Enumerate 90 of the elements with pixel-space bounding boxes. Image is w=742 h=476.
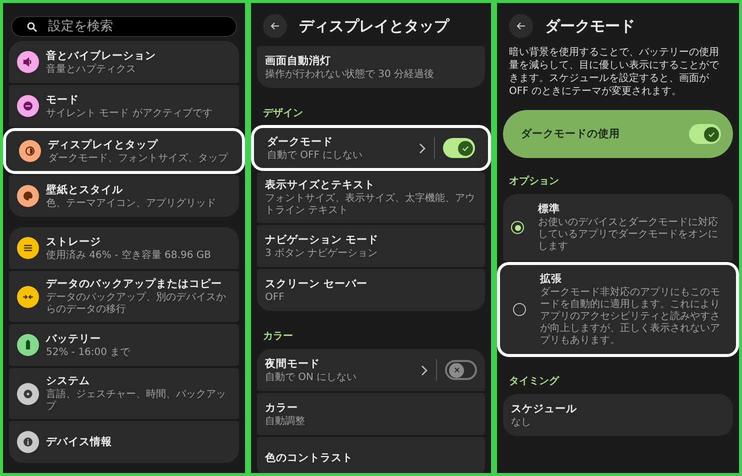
- item-title: バッテリー: [46, 332, 102, 346]
- item-title: カラー: [265, 400, 299, 414]
- settings-item[interactable]: ストレージ 使用済み 46% - 空き容量 68.96 GB: [9, 227, 239, 269]
- radio-option[interactable]: 標準 お使いのデバイスとダークモードに対応しているアプリでダークモードをオンにします: [503, 194, 733, 261]
- list-icon: [22, 242, 34, 254]
- chevron-icon: [419, 142, 426, 154]
- option-description: お使いのデバイスとダークモードに対応しているアプリでダークモードをオンにします: [538, 217, 719, 253]
- back-arrow-icon: [269, 20, 281, 32]
- settings-item[interactable]: ナビゲーション モード 3 ボタン ナビゲーション: [257, 225, 485, 267]
- toggle-switch[interactable]: [445, 360, 477, 380]
- item-subtitle: 使用済み 46% - 空き容量 68.96 GB: [46, 250, 212, 262]
- back-button[interactable]: [509, 14, 533, 38]
- back-button[interactable]: [263, 14, 287, 38]
- item-title: デバイス情報: [46, 435, 113, 449]
- item-title: 音とバイブレーション: [46, 48, 157, 62]
- search-bar[interactable]: 設定を検索: [11, 16, 237, 37]
- palette-icon: [22, 190, 34, 202]
- toggle-label: ダークモードの使用: [521, 127, 620, 141]
- settings-item[interactable]: カラー 自動調整: [257, 393, 485, 435]
- toggle-switch[interactable]: [689, 124, 721, 144]
- item-subtitle: 色、テーマアイコン、アプリグリッド: [46, 198, 217, 210]
- item-title: ディスプレイとタップ: [48, 138, 159, 152]
- search-icon: [26, 20, 38, 32]
- option-title: 標準: [538, 202, 561, 216]
- check-icon: [707, 130, 716, 138]
- settings-item[interactable]: 夜間モード 自動で ON にしない: [257, 349, 485, 391]
- item-subtitle: 自動調整: [265, 416, 306, 428]
- section-header: デザイン: [262, 106, 304, 121]
- item-title: モード: [46, 92, 80, 106]
- item-title: スクリーン セーバー: [265, 276, 369, 290]
- item-subtitle: サイレント モード がアクティブです: [46, 108, 214, 120]
- radio-button[interactable]: [511, 221, 524, 234]
- item-subtitle: 音量とハプティクス: [46, 64, 137, 76]
- settings-item[interactable]: システム 言語、ジェスチャー、時間、バックアップ: [9, 368, 239, 419]
- option-title: 拡張: [540, 272, 563, 286]
- option-description: ダークモード非対応のアプリにもこのモードを自動的に適用します。これによりアプリのアクセシビリティと読みやすさが向上しますが、正しく表示されないアプリもあります。: [540, 287, 721, 347]
- brightness-icon: [24, 145, 36, 157]
- item-title: 表示サイズとテキスト: [265, 178, 376, 192]
- item-subtitle: なし: [511, 416, 532, 428]
- back-arrow-icon: [515, 20, 527, 32]
- section-header: カラー: [262, 330, 294, 344]
- item-subtitle: 言語、ジェスチャー、時間、バックアップ: [46, 389, 227, 413]
- settings-item[interactable]: モード サイレント モード がアクティブです: [9, 85, 239, 127]
- item-title: 夜間モード: [265, 356, 321, 370]
- settings-item[interactable]: 音とバイブレーション 音量とハプティクス: [9, 41, 239, 83]
- settings-item[interactable]: デバイス情報: [9, 421, 239, 463]
- section-header: オプション: [508, 174, 560, 189]
- main-toggle-card[interactable]: ダークモードの使用: [503, 110, 733, 158]
- item-subtitle: 操作が行われない状態で 30 分経過後: [265, 68, 436, 80]
- settings-item[interactable]: ディスプレイとタップ ダークモード、フォントサイズ、タップ: [5, 130, 243, 172]
- page-title: ダークモード: [545, 16, 635, 36]
- info-icon: [22, 436, 34, 448]
- toggle-switch[interactable]: [443, 138, 475, 158]
- chevron-icon: [421, 364, 428, 376]
- item-subtitle: 3 ボタン ナビゲーション: [265, 248, 379, 260]
- item-title: ダークモード: [267, 134, 334, 148]
- item-title: データのバックアップまたはコピー: [46, 277, 223, 291]
- item-title: スケジュール: [511, 402, 578, 416]
- settings-item[interactable]: バッテリー 52% - 16:00 まで: [9, 324, 239, 366]
- section-header: タイミング: [508, 375, 560, 389]
- item-subtitle: 52% - 16:00 まで: [46, 346, 132, 358]
- speaker-icon: [22, 56, 34, 68]
- item-subtitle: OFF: [265, 292, 286, 304]
- check-icon: [461, 144, 470, 152]
- item-title: システム: [46, 374, 91, 388]
- settings-item[interactable]: スクリーン セーバー OFF: [257, 269, 485, 311]
- settings-item[interactable]: 壁紙とスタイル 色、テーマアイコン、アプリグリッド: [9, 175, 239, 217]
- close-icon: [452, 366, 460, 374]
- item-subtitle: 自動で ON にしない: [265, 372, 358, 384]
- radio-option[interactable]: 拡張 ダークモード非対応のアプリにもこのモードを自動的に適用します。これによりアプリのアクセシビリティと読みやすさが向上しますが、正しく表示されないアプリもあります。: [499, 264, 737, 355]
- settings-item[interactable]: データのバックアップまたはコピー データのバックアップ、別のデバイスからのデータの移行: [9, 271, 239, 322]
- settings-item[interactable]: 色のコントラスト: [257, 437, 485, 473]
- settings-item[interactable]: 表示サイズとテキスト フォントサイズ、表示サイズ、太字機能、アウトライン テキスト: [257, 172, 485, 223]
- item-subtitle: ダークモード、フォントサイズ、タップ: [48, 152, 229, 164]
- item-title: ナビゲーション モード: [265, 232, 380, 246]
- minus-circle-icon: [22, 100, 34, 112]
- settings-item[interactable]: ダークモード 自動で OFF にしない: [253, 127, 489, 169]
- page-title: ディスプレイとタップ: [299, 16, 449, 36]
- item-title: 画面自動消灯: [265, 54, 332, 68]
- item-title: 色のコントラスト: [265, 451, 354, 465]
- item-title: 壁紙とスタイル: [46, 182, 124, 196]
- item-title: ストレージ: [46, 234, 102, 248]
- settings-item[interactable]: 画面自動消灯 操作が行われない状態で 30 分経過後: [257, 46, 485, 88]
- item-subtitle: フォントサイズ、表示サイズ、太字機能、アウトライン テキスト: [265, 193, 476, 217]
- settings-item[interactable]: スケジュール なし: [503, 394, 733, 436]
- item-subtitle: データのバックアップ、別のデバイスからのデータの移行: [46, 292, 227, 316]
- radio-button[interactable]: [513, 303, 526, 316]
- description-text: 暗い背景を使用することで、バッテリーの使用量を減らして、目に優しい表示にすることができます。スケジュールを設定すると、画面が OFF のときにテーマが変更されます。: [509, 46, 720, 98]
- item-subtitle: 自動で OFF にしない: [267, 150, 364, 162]
- search-field[interactable]: 設定を検索: [46, 18, 222, 35]
